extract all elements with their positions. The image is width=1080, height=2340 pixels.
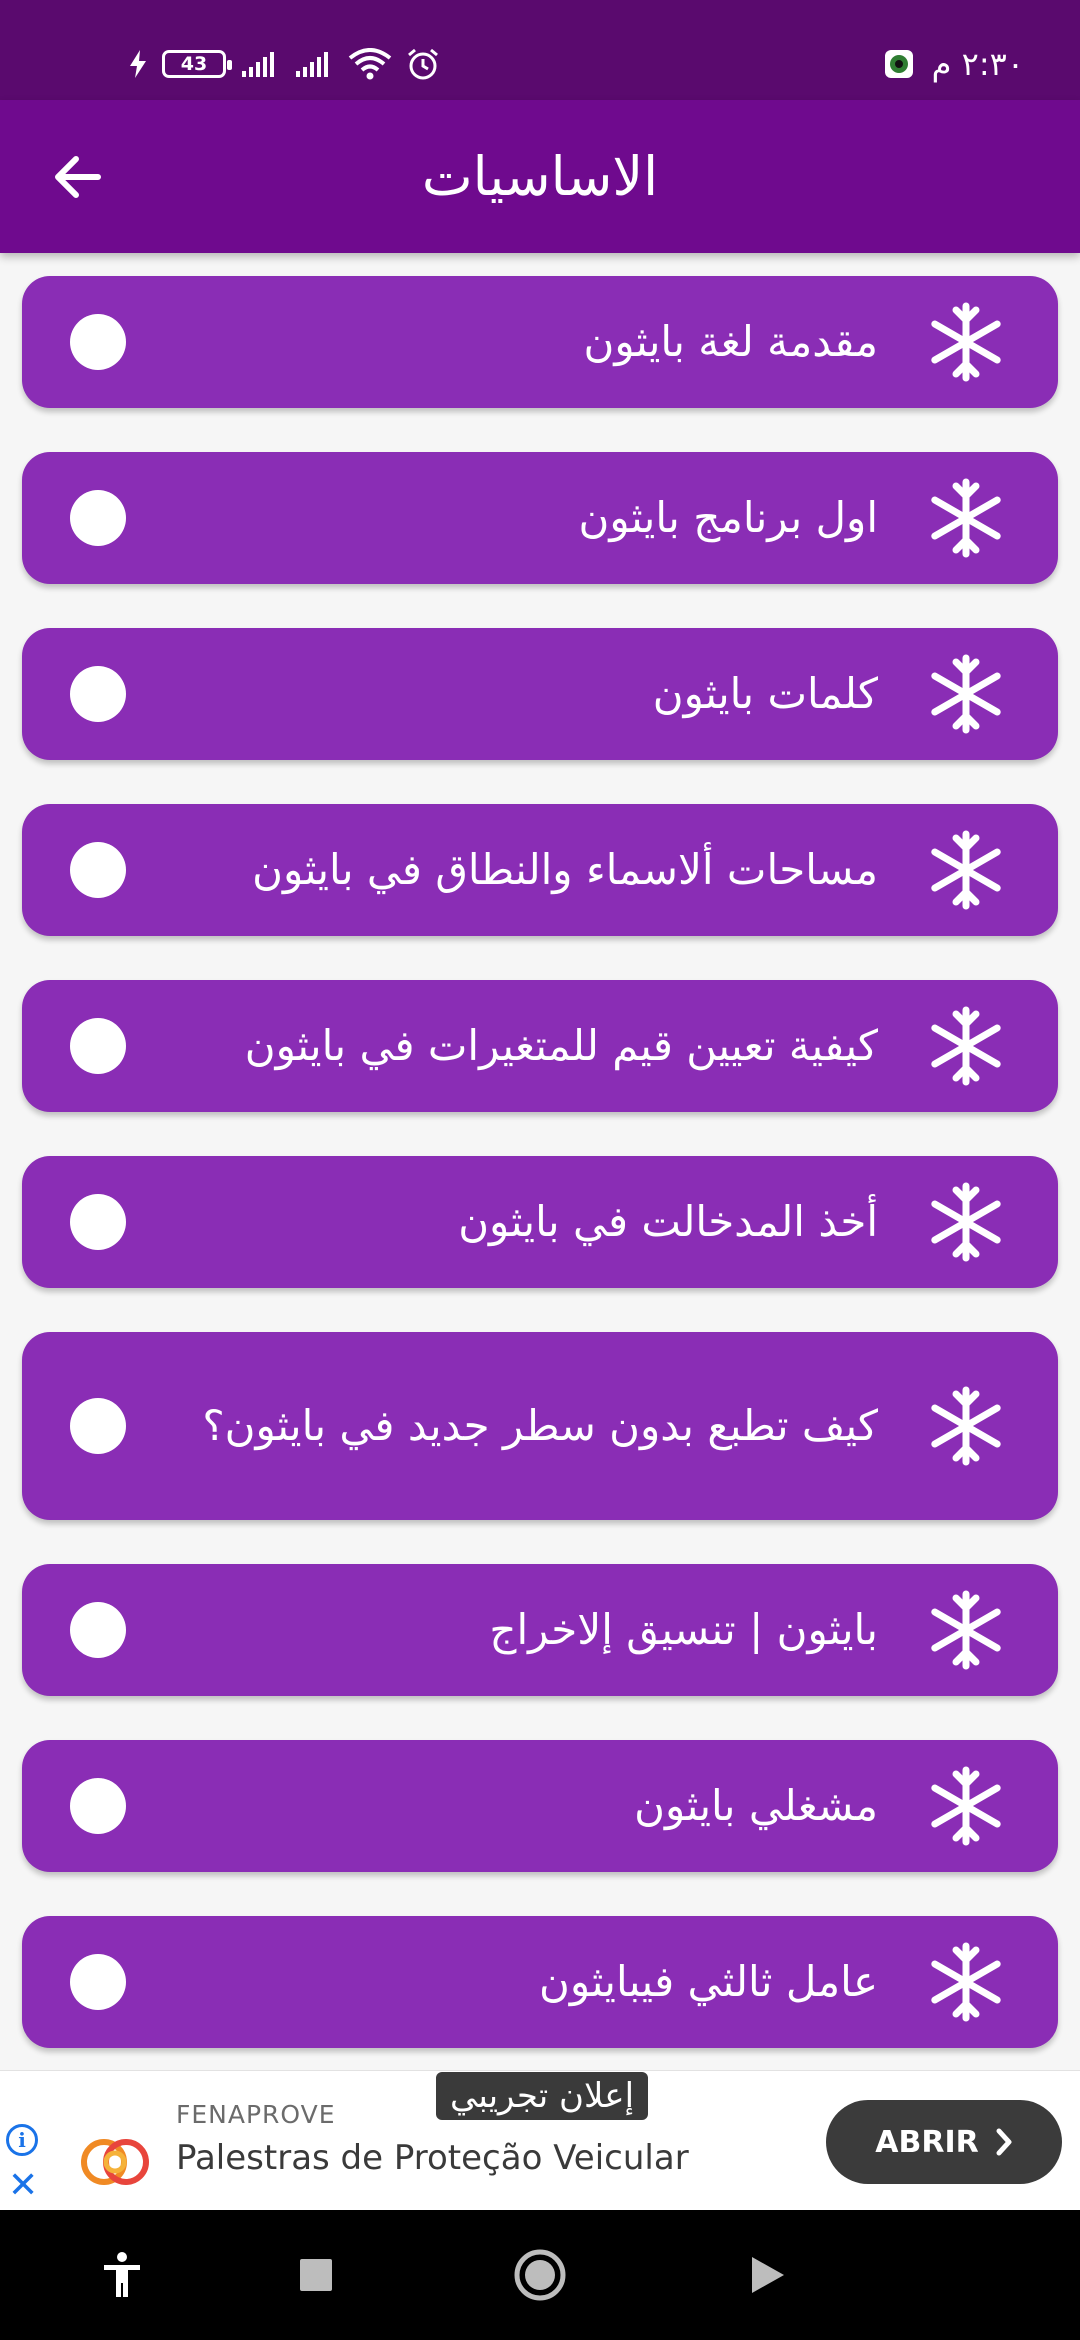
battery-level: 43 (180, 53, 208, 75)
snowflake-icon (931, 1942, 1001, 2022)
app-bar: الاساسيات (0, 100, 1080, 253)
system-nav-bar (0, 2210, 1080, 2340)
lesson-card[interactable]: كلمات بايثون (22, 628, 1058, 760)
lesson-card[interactable]: مقدمة لغة بايثون (22, 276, 1058, 408)
back-nav-button[interactable] (718, 2210, 818, 2340)
radio-button[interactable] (70, 314, 126, 370)
lesson-card[interactable]: كيف تطبع بدون سطر جديد في بايثون؟ (22, 1332, 1058, 1520)
app-notification-icon (884, 50, 913, 78)
lesson-title: كيفية تعيين قيم للمتغيرات في بايثون (244, 1021, 878, 1070)
lesson-card[interactable]: بايثون | تنسيق إلاخراج (22, 1564, 1058, 1696)
lesson-card[interactable]: مشغلي بايثون (22, 1740, 1058, 1872)
lesson-title: بايثون | تنسيق إلاخراج (489, 1605, 878, 1654)
lesson-card[interactable]: مساحات ألاسماء والنطاق في بايثون (22, 804, 1058, 936)
back-button[interactable] (40, 140, 114, 214)
radio-button[interactable] (70, 1954, 126, 2010)
ad-headline[interactable]: Palestras de Proteção Veicular (176, 2138, 689, 2178)
square-icon (300, 2259, 332, 2291)
snowflake-icon (931, 1590, 1001, 1670)
status-time: ٢:٣٠ م (931, 45, 1024, 83)
radio-button[interactable] (70, 1398, 126, 1454)
lesson-card[interactable]: اول برنامج بايثون (22, 452, 1058, 584)
battery-icon: 43 (162, 50, 232, 78)
snowflake-icon (931, 830, 1001, 910)
chevron-right-icon (996, 2128, 1012, 2156)
lesson-title: كيف تطبع بدون سطر جديد في بايثون؟ (202, 1401, 878, 1450)
radio-button[interactable] (70, 1778, 126, 1834)
ad-logo (81, 2139, 149, 2185)
radio-button[interactable] (70, 666, 126, 722)
signal-icon-2 (296, 52, 328, 77)
snowflake-icon (931, 1006, 1001, 1086)
accessibility-button[interactable] (72, 2210, 172, 2340)
radio-button[interactable] (70, 1018, 126, 1074)
recents-button[interactable] (266, 2210, 366, 2340)
snowflake-icon (931, 478, 1001, 558)
snowflake-icon (931, 1766, 1001, 1846)
ad-open-button[interactable]: ABRIR (826, 2100, 1062, 2184)
status-bar: 43 ٢:٣٠ م (0, 0, 1080, 100)
lesson-card[interactable]: عامل ثالثي فيبايثون (22, 1916, 1058, 2048)
snowflake-icon (931, 1182, 1001, 1262)
ad-brand: FENAPROVE (176, 2100, 336, 2129)
ad-info-icon[interactable]: i (6, 2124, 38, 2156)
wifi-icon (348, 48, 392, 80)
lesson-list: مقدمة لغة بايثون اول برنامج بايثون كلمات… (22, 276, 1058, 2092)
accessibility-icon (104, 2252, 140, 2297)
ad-close-icon[interactable]: ✕ (8, 2168, 38, 2204)
lesson-title: مشغلي بايثون (634, 1781, 878, 1830)
arrow-left-icon (55, 156, 101, 198)
lesson-title: اول برنامج بايثون (578, 493, 878, 542)
radio-button[interactable] (70, 490, 126, 546)
lesson-card[interactable]: أخذ المدخالت في بايثون (22, 1156, 1058, 1288)
page-title: الاساسيات (421, 145, 659, 208)
lesson-title: مقدمة لغة بايثون (583, 317, 878, 366)
ad-open-label: ABRIR (875, 2124, 979, 2160)
snowflake-icon (931, 654, 1001, 734)
snowflake-icon (931, 1386, 1001, 1466)
ad-test-badge: إعلان تجريبي (436, 2072, 649, 2120)
signal-icon (242, 52, 274, 77)
home-circle-icon (514, 2249, 566, 2301)
radio-button[interactable] (70, 1602, 126, 1658)
lesson-title: عامل ثالثي فيبايثون (539, 1957, 878, 2006)
snowflake-icon (931, 302, 1001, 382)
radio-button[interactable] (70, 842, 126, 898)
status-icons: 43 (128, 42, 440, 86)
lesson-title: كلمات بايثون (652, 669, 878, 718)
lesson-title: مساحات ألاسماء والنطاق في بايثون (252, 845, 878, 894)
home-button[interactable] (490, 2210, 590, 2340)
triangle-back-icon (752, 2257, 784, 2293)
charging-icon (130, 50, 146, 78)
radio-button[interactable] (70, 1194, 126, 1250)
lesson-title: أخذ المدخالت في بايثون (458, 1197, 878, 1246)
alarm-icon (408, 48, 438, 80)
lesson-card[interactable]: كيفية تعيين قيم للمتغيرات في بايثون (22, 980, 1058, 1112)
status-right: ٢:٣٠ م (884, 42, 1024, 86)
